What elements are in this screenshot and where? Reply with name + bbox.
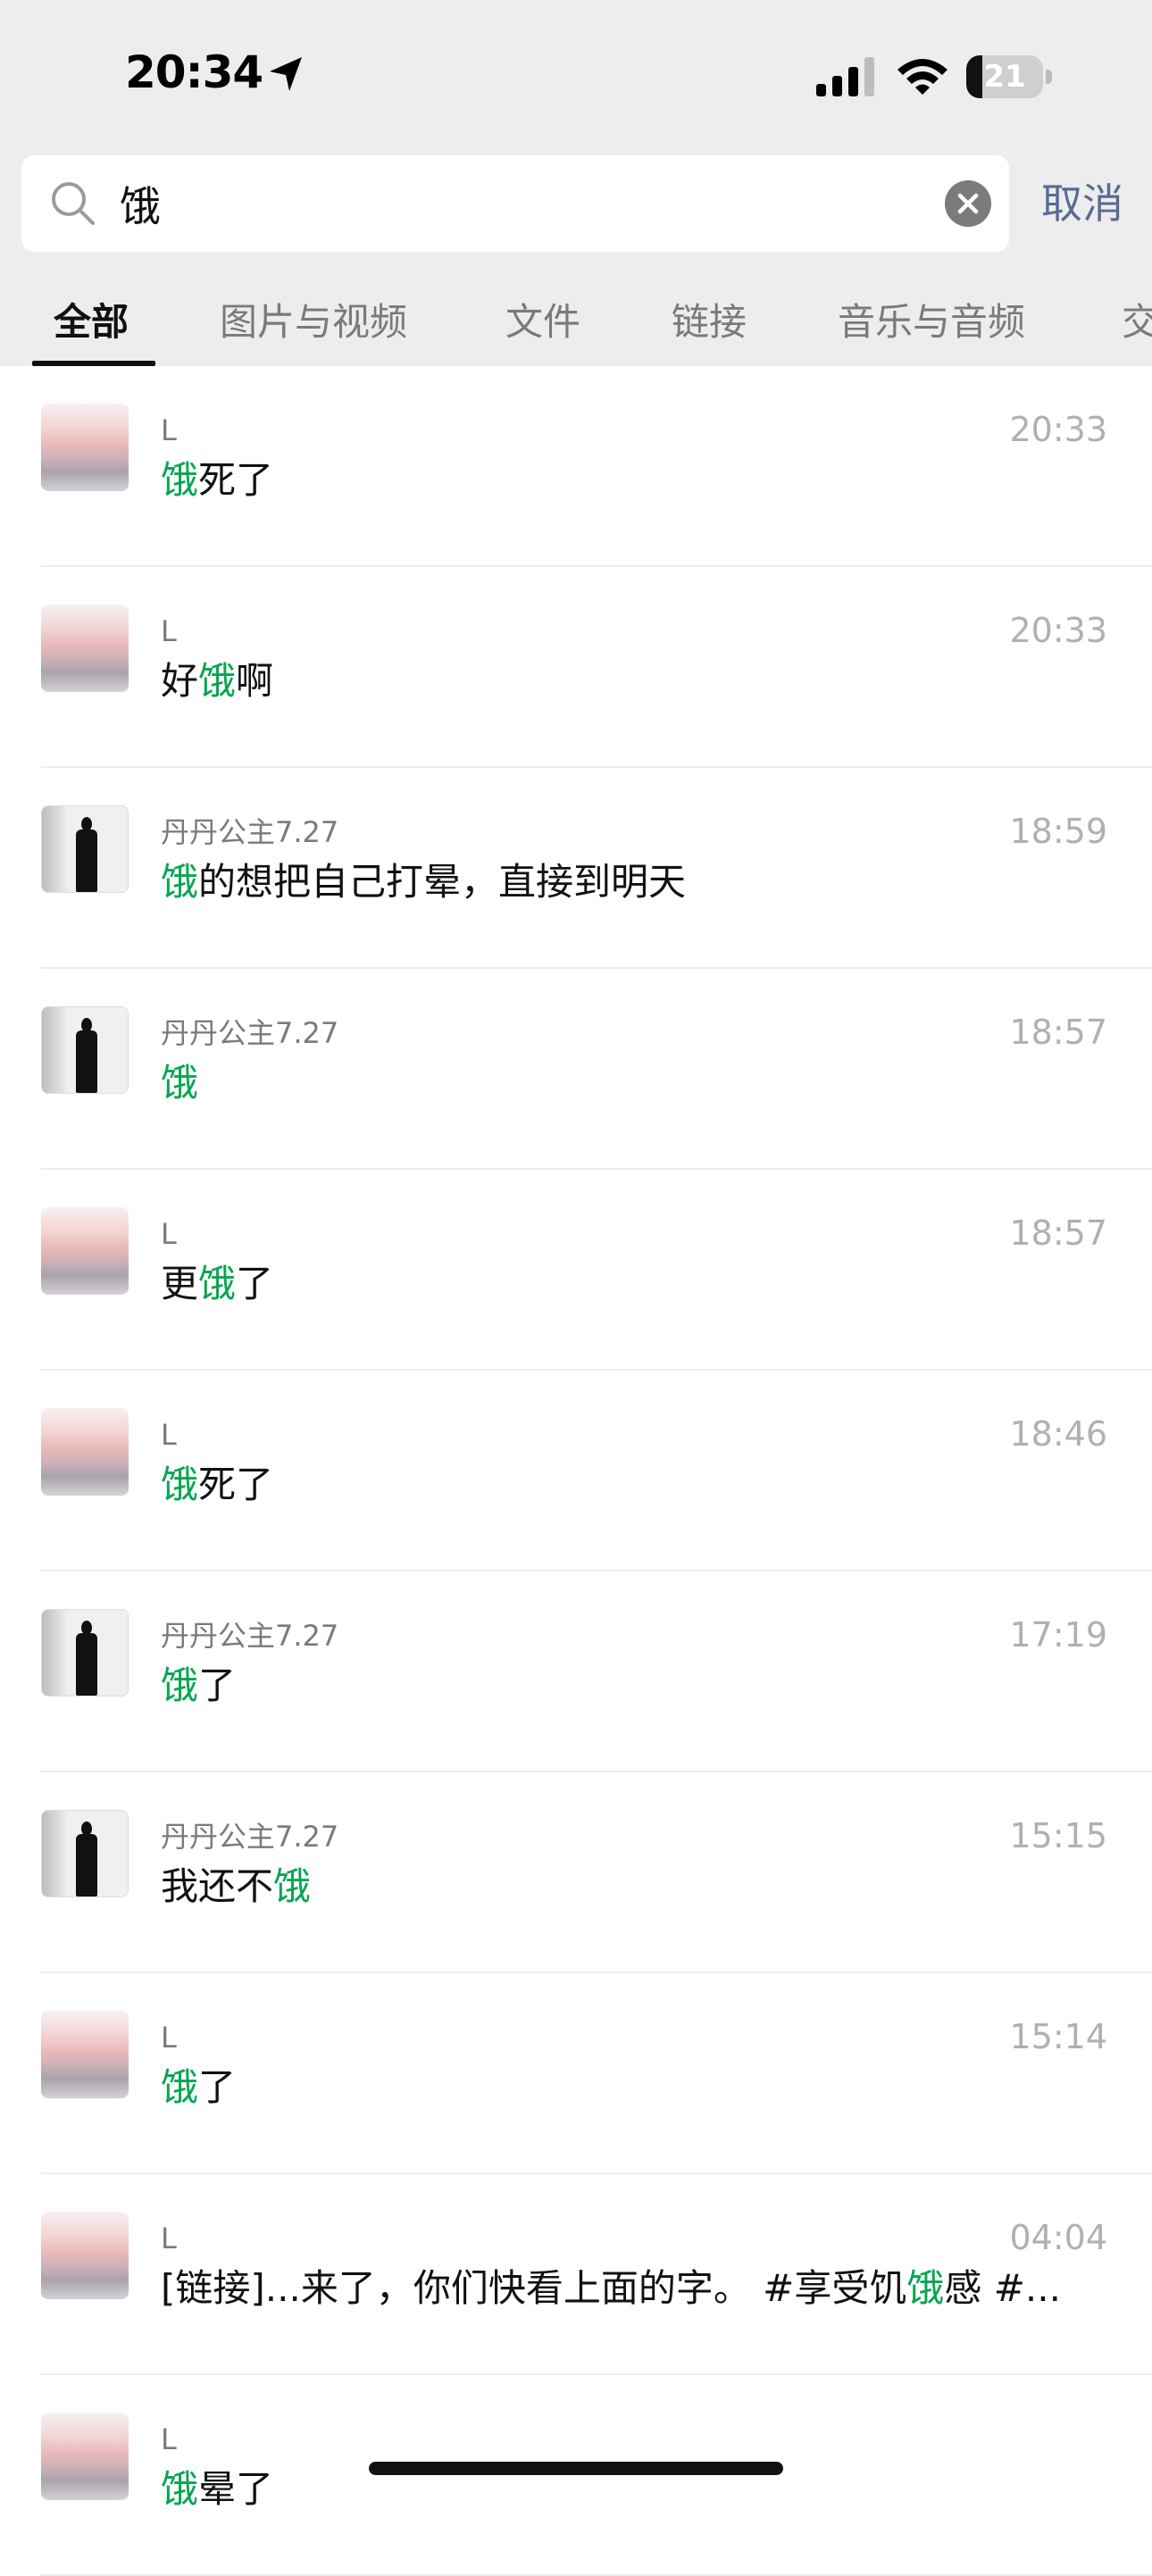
- message-snippet: 饿: [161, 1058, 1107, 1108]
- message-snippet: 好饿啊: [161, 656, 1107, 706]
- sender-name: L: [161, 413, 177, 447]
- message-text: 的想把自己打晕，直接到明天: [198, 860, 687, 904]
- tab-links[interactable]: 链接: [672, 291, 747, 354]
- message-time: 17:19: [1009, 1615, 1107, 1655]
- keyword-highlight: 饿: [161, 2065, 199, 2109]
- sender-name: 丹丹公主7.27: [161, 815, 339, 849]
- location-arrow-icon: [270, 57, 302, 91]
- sender-name: L: [161, 614, 177, 648]
- search-result-row[interactable]: 丹丹公主7.27 18:57 饿: [0, 969, 1152, 1170]
- wifi-icon: [897, 59, 947, 95]
- message-text: 死了: [198, 1463, 274, 1506]
- message-time: 18:59: [1009, 812, 1107, 851]
- sender-name: L: [161, 2021, 177, 2055]
- search-result-row[interactable]: 丹丹公主7.27 17:19 饿了: [0, 1571, 1152, 1772]
- message-text: 了: [198, 2065, 237, 2109]
- sender-name: 丹丹公主7.27: [161, 1016, 339, 1050]
- message-text: [链接]...来了，你们快看上面的字。 #享受饥: [161, 2266, 907, 2310]
- message-text: 感 #...: [944, 2266, 1061, 2310]
- avatar: [41, 1207, 129, 1295]
- message-time: 18:46: [1009, 1414, 1107, 1454]
- keyword-highlight: 饿: [906, 2266, 945, 2310]
- message-snippet: 饿的想把自己打晕，直接到明天: [161, 857, 1107, 907]
- search-result-row[interactable]: L 15:14 饿了: [0, 1973, 1152, 2174]
- search-input[interactable]: [120, 155, 923, 252]
- message-text: 了: [236, 1262, 274, 1305]
- message-time: 04:04: [1009, 2218, 1107, 2257]
- avatar: [41, 1609, 129, 1696]
- status-bar: 20:34 21: [0, 0, 1152, 143]
- message-time: 15:14: [1009, 2017, 1107, 2056]
- message-snippet: 饿死了: [161, 1460, 1107, 1510]
- avatar: [41, 604, 129, 692]
- home-indicator: [369, 2462, 783, 2475]
- battery-level: 21: [983, 59, 1026, 95]
- sender-name: L: [161, 2222, 177, 2255]
- message-time: 20:33: [1009, 410, 1107, 449]
- search-result-row[interactable]: 丹丹公主7.27 15:15 我还不饿: [0, 1772, 1152, 1973]
- message-time: 15:15: [1009, 1816, 1107, 1855]
- message-text: 晕了: [198, 2467, 274, 2511]
- avatar: [41, 1810, 129, 1897]
- avatar: [41, 1408, 129, 1496]
- search-result-row[interactable]: L 20:33 好饿啊: [0, 567, 1152, 768]
- message-time: 20:33: [1009, 611, 1107, 650]
- message-text: 好: [161, 659, 199, 703]
- search-result-row[interactable]: L 18:46 饿死了: [0, 1371, 1152, 1571]
- message-text: 更: [161, 1262, 199, 1305]
- sender-name: L: [161, 1217, 177, 1251]
- keyword-highlight: 饿: [273, 1864, 312, 1908]
- tab-music-audio[interactable]: 音乐与音频: [838, 291, 1025, 354]
- message-snippet: [链接]...来了，你们快看上面的字。 #享受饥饿感 #...: [161, 2263, 1107, 2313]
- sender-name: L: [161, 1418, 177, 1452]
- avatar: [41, 2011, 129, 2098]
- keyword-highlight: 饿: [198, 1262, 237, 1305]
- avatar: [41, 805, 129, 893]
- tab-files[interactable]: 文件: [505, 291, 580, 354]
- keyword-highlight: 饿: [161, 860, 199, 904]
- avatar: [41, 1006, 129, 1094]
- message-snippet: 我还不饿: [161, 1862, 1107, 1912]
- search-result-row[interactable]: L 20:33 饿死了: [0, 366, 1152, 567]
- keyword-highlight: 饿: [161, 2467, 199, 2511]
- avatar: [41, 404, 129, 491]
- clear-search-button[interactable]: [945, 180, 991, 227]
- message-text: 我还不: [161, 1864, 274, 1908]
- keyword-highlight: 饿: [161, 1463, 199, 1506]
- battery-icon: 21: [966, 55, 1052, 98]
- search-icon: [52, 182, 95, 225]
- cancel-button[interactable]: 取消: [1041, 175, 1123, 232]
- search-result-row[interactable]: L 饿晕了: [0, 2375, 1152, 2576]
- sender-name: L: [161, 2422, 177, 2456]
- sender-name: 丹丹公主7.27: [161, 1820, 339, 1854]
- message-text: 啊: [236, 659, 274, 703]
- message-snippet: 饿死了: [161, 455, 1107, 505]
- keyword-highlight: 饿: [161, 1061, 199, 1105]
- tab-transactions[interactable]: 交: [1122, 291, 1152, 354]
- avatar: [41, 2212, 129, 2299]
- filter-tabs: 全部 图片与视频 文件 链接 音乐与音频 交: [0, 291, 1152, 366]
- tab-photos-videos[interactable]: 图片与视频: [220, 291, 407, 354]
- search-result-row[interactable]: 丹丹公主7.27 18:59 饿的想把自己打晕，直接到明天: [0, 768, 1152, 969]
- keyword-highlight: 饿: [198, 659, 237, 703]
- cellular-signal-icon: [816, 57, 874, 96]
- message-text: 死了: [198, 458, 274, 502]
- tab-all[interactable]: 全部: [54, 291, 129, 354]
- search-bar[interactable]: [21, 155, 1009, 252]
- search-result-row[interactable]: L 04:04 [链接]...来了，你们快看上面的字。 #享受饥饿感 #...: [0, 2174, 1152, 2375]
- message-time: 18:57: [1009, 1013, 1107, 1052]
- keyword-highlight: 饿: [161, 458, 199, 502]
- message-snippet: 更饿了: [161, 1259, 1107, 1309]
- status-time: 20:34: [125, 46, 263, 98]
- message-text: 了: [198, 1663, 237, 1707]
- message-time: 18:57: [1009, 1213, 1107, 1253]
- search-result-row[interactable]: L 18:57 更饿了: [0, 1170, 1152, 1371]
- avatar: [41, 2413, 129, 2500]
- sender-name: 丹丹公主7.27: [161, 1619, 339, 1653]
- message-snippet: 饿了: [161, 2063, 1107, 2113]
- keyword-highlight: 饿: [161, 1663, 199, 1707]
- message-snippet: 饿了: [161, 1661, 1107, 1711]
